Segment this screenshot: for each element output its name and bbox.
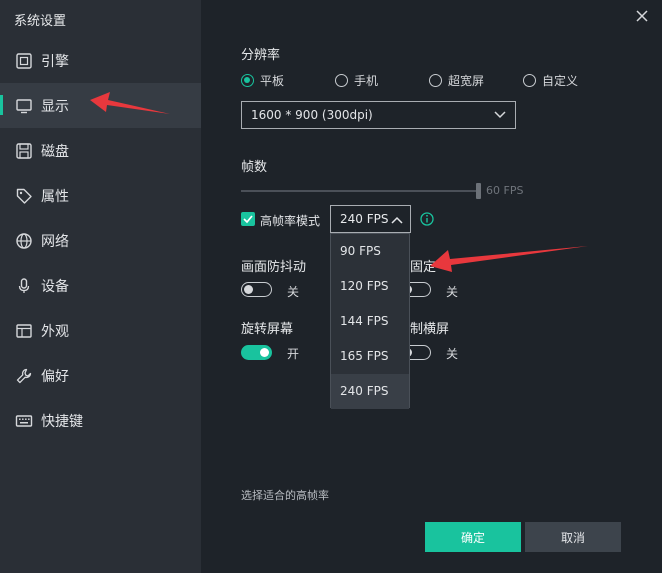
- fps-option-144[interactable]: 144 FPS: [331, 304, 409, 339]
- fps-dropdown: 90 FPS 120 FPS 144 FPS 165 FPS 240 FPS: [330, 233, 410, 409]
- hint-text: 选择适合的高帧率: [241, 489, 329, 502]
- lock-label: 固定: [410, 260, 437, 275]
- window-title: 系统设置: [14, 14, 67, 29]
- fps-option-label: 165 FPS: [340, 349, 389, 363]
- active-indicator: [0, 95, 3, 115]
- radio-circle: [335, 74, 348, 87]
- force-landscape-label: 制横屏: [410, 322, 450, 337]
- disk-icon: [16, 143, 32, 159]
- force-landscape-state: 关: [446, 347, 459, 361]
- radio-label: 手机: [354, 74, 379, 88]
- radio-circle: [241, 74, 254, 87]
- cancel-button[interactable]: 取消: [525, 522, 621, 552]
- radio-tablet[interactable]: 平板: [241, 72, 284, 89]
- main-panel: 分辨率 平板 手机 超宽屏 自定义 1600 * 900 (300dpi) 帧数…: [201, 0, 662, 573]
- sidebar-item-label: 引擎: [41, 54, 69, 70]
- sidebar-item-appearance[interactable]: 外观: [0, 308, 201, 353]
- rotate-label: 旋转屏幕: [241, 322, 294, 337]
- resolution-value: 1600 * 900 (300dpi): [251, 108, 373, 122]
- sidebar-item-network[interactable]: 网络: [0, 218, 201, 263]
- anti-shake-state: 关: [287, 285, 300, 299]
- keyboard-icon: [15, 415, 33, 427]
- fps-option-165[interactable]: 165 FPS: [331, 339, 409, 374]
- radio-label: 超宽屏: [448, 74, 485, 88]
- chevron-down-icon: [494, 111, 506, 119]
- fps-option-label: 90 FPS: [340, 244, 381, 258]
- radio-circle: [429, 74, 442, 87]
- radio-ultrawide[interactable]: 超宽屏: [429, 72, 484, 89]
- fps-option-label: 240 FPS: [340, 384, 389, 398]
- wrench-icon: [16, 368, 32, 384]
- sidebar-item-display[interactable]: 显示: [0, 83, 201, 128]
- toggle-knob: [244, 284, 253, 294]
- lock-state: 关: [446, 285, 459, 299]
- fps-option-label: 144 FPS: [340, 314, 389, 328]
- fps-option-label: 120 FPS: [340, 279, 389, 293]
- sidebar-item-disk[interactable]: 磁盘: [0, 128, 201, 173]
- engine-icon: [16, 53, 32, 69]
- microphone-icon: [18, 278, 30, 293]
- sidebar-item-label: 快捷键: [41, 414, 83, 430]
- sidebar: 系统设置 引擎 显示 磁盘 属性 网络 设备 外观 偏好 快捷键: [0, 0, 201, 573]
- sidebar-item-label: 偏好: [41, 369, 69, 385]
- fps-slider-thumb[interactable]: [476, 183, 481, 199]
- sidebar-item-label: 磁盘: [41, 144, 69, 160]
- radio-phone[interactable]: 手机: [335, 72, 378, 89]
- fps-option-90[interactable]: 90 FPS: [331, 234, 409, 269]
- radio-label: 自定义: [542, 74, 579, 88]
- fps-option-120[interactable]: 120 FPS: [331, 269, 409, 304]
- rotate-state: 开: [287, 347, 300, 361]
- display-icon: [16, 99, 32, 114]
- fps-slider-value: 60 FPS: [486, 184, 524, 197]
- resolution-title: 分辨率: [241, 48, 281, 63]
- sidebar-item-device[interactable]: 设备: [0, 263, 201, 308]
- sidebar-item-preferences[interactable]: 偏好: [0, 353, 201, 398]
- sidebar-item-properties[interactable]: 属性: [0, 173, 201, 218]
- fps-slider-track[interactable]: [241, 190, 480, 192]
- globe-icon: [16, 233, 32, 249]
- fps-select[interactable]: 240 FPS: [330, 205, 411, 233]
- fps-option-240[interactable]: 240 FPS: [331, 374, 409, 409]
- high-fps-label: 高帧率模式: [260, 214, 321, 228]
- sidebar-item-engine[interactable]: 引擎: [0, 38, 201, 83]
- fps-select-value: 240 FPS: [340, 212, 389, 226]
- anti-shake-toggle[interactable]: [241, 282, 272, 297]
- window-icon: [16, 324, 32, 338]
- ok-button[interactable]: 确定: [425, 522, 521, 552]
- sidebar-item-label: 属性: [41, 189, 69, 205]
- sidebar-item-label: 外观: [41, 324, 69, 340]
- info-icon[interactable]: [420, 212, 434, 226]
- framerate-title: 帧数: [241, 160, 268, 175]
- anti-shake-label: 画面防抖动: [241, 260, 307, 275]
- resolution-select[interactable]: 1600 * 900 (300dpi): [241, 101, 516, 129]
- radio-label: 平板: [260, 74, 285, 88]
- rotate-toggle[interactable]: [241, 345, 272, 360]
- sidebar-item-shortcuts[interactable]: 快捷键: [0, 398, 201, 443]
- chevron-up-icon: [391, 216, 403, 224]
- radio-custom[interactable]: 自定义: [523, 72, 578, 89]
- tag-icon: [16, 188, 32, 204]
- sidebar-item-label: 设备: [41, 279, 69, 295]
- sidebar-item-label: 显示: [41, 99, 69, 115]
- radio-circle: [523, 74, 536, 87]
- high-fps-checkbox[interactable]: [241, 212, 255, 226]
- toggle-knob: [260, 348, 269, 357]
- check-icon: [243, 215, 253, 224]
- sidebar-item-label: 网络: [41, 234, 69, 250]
